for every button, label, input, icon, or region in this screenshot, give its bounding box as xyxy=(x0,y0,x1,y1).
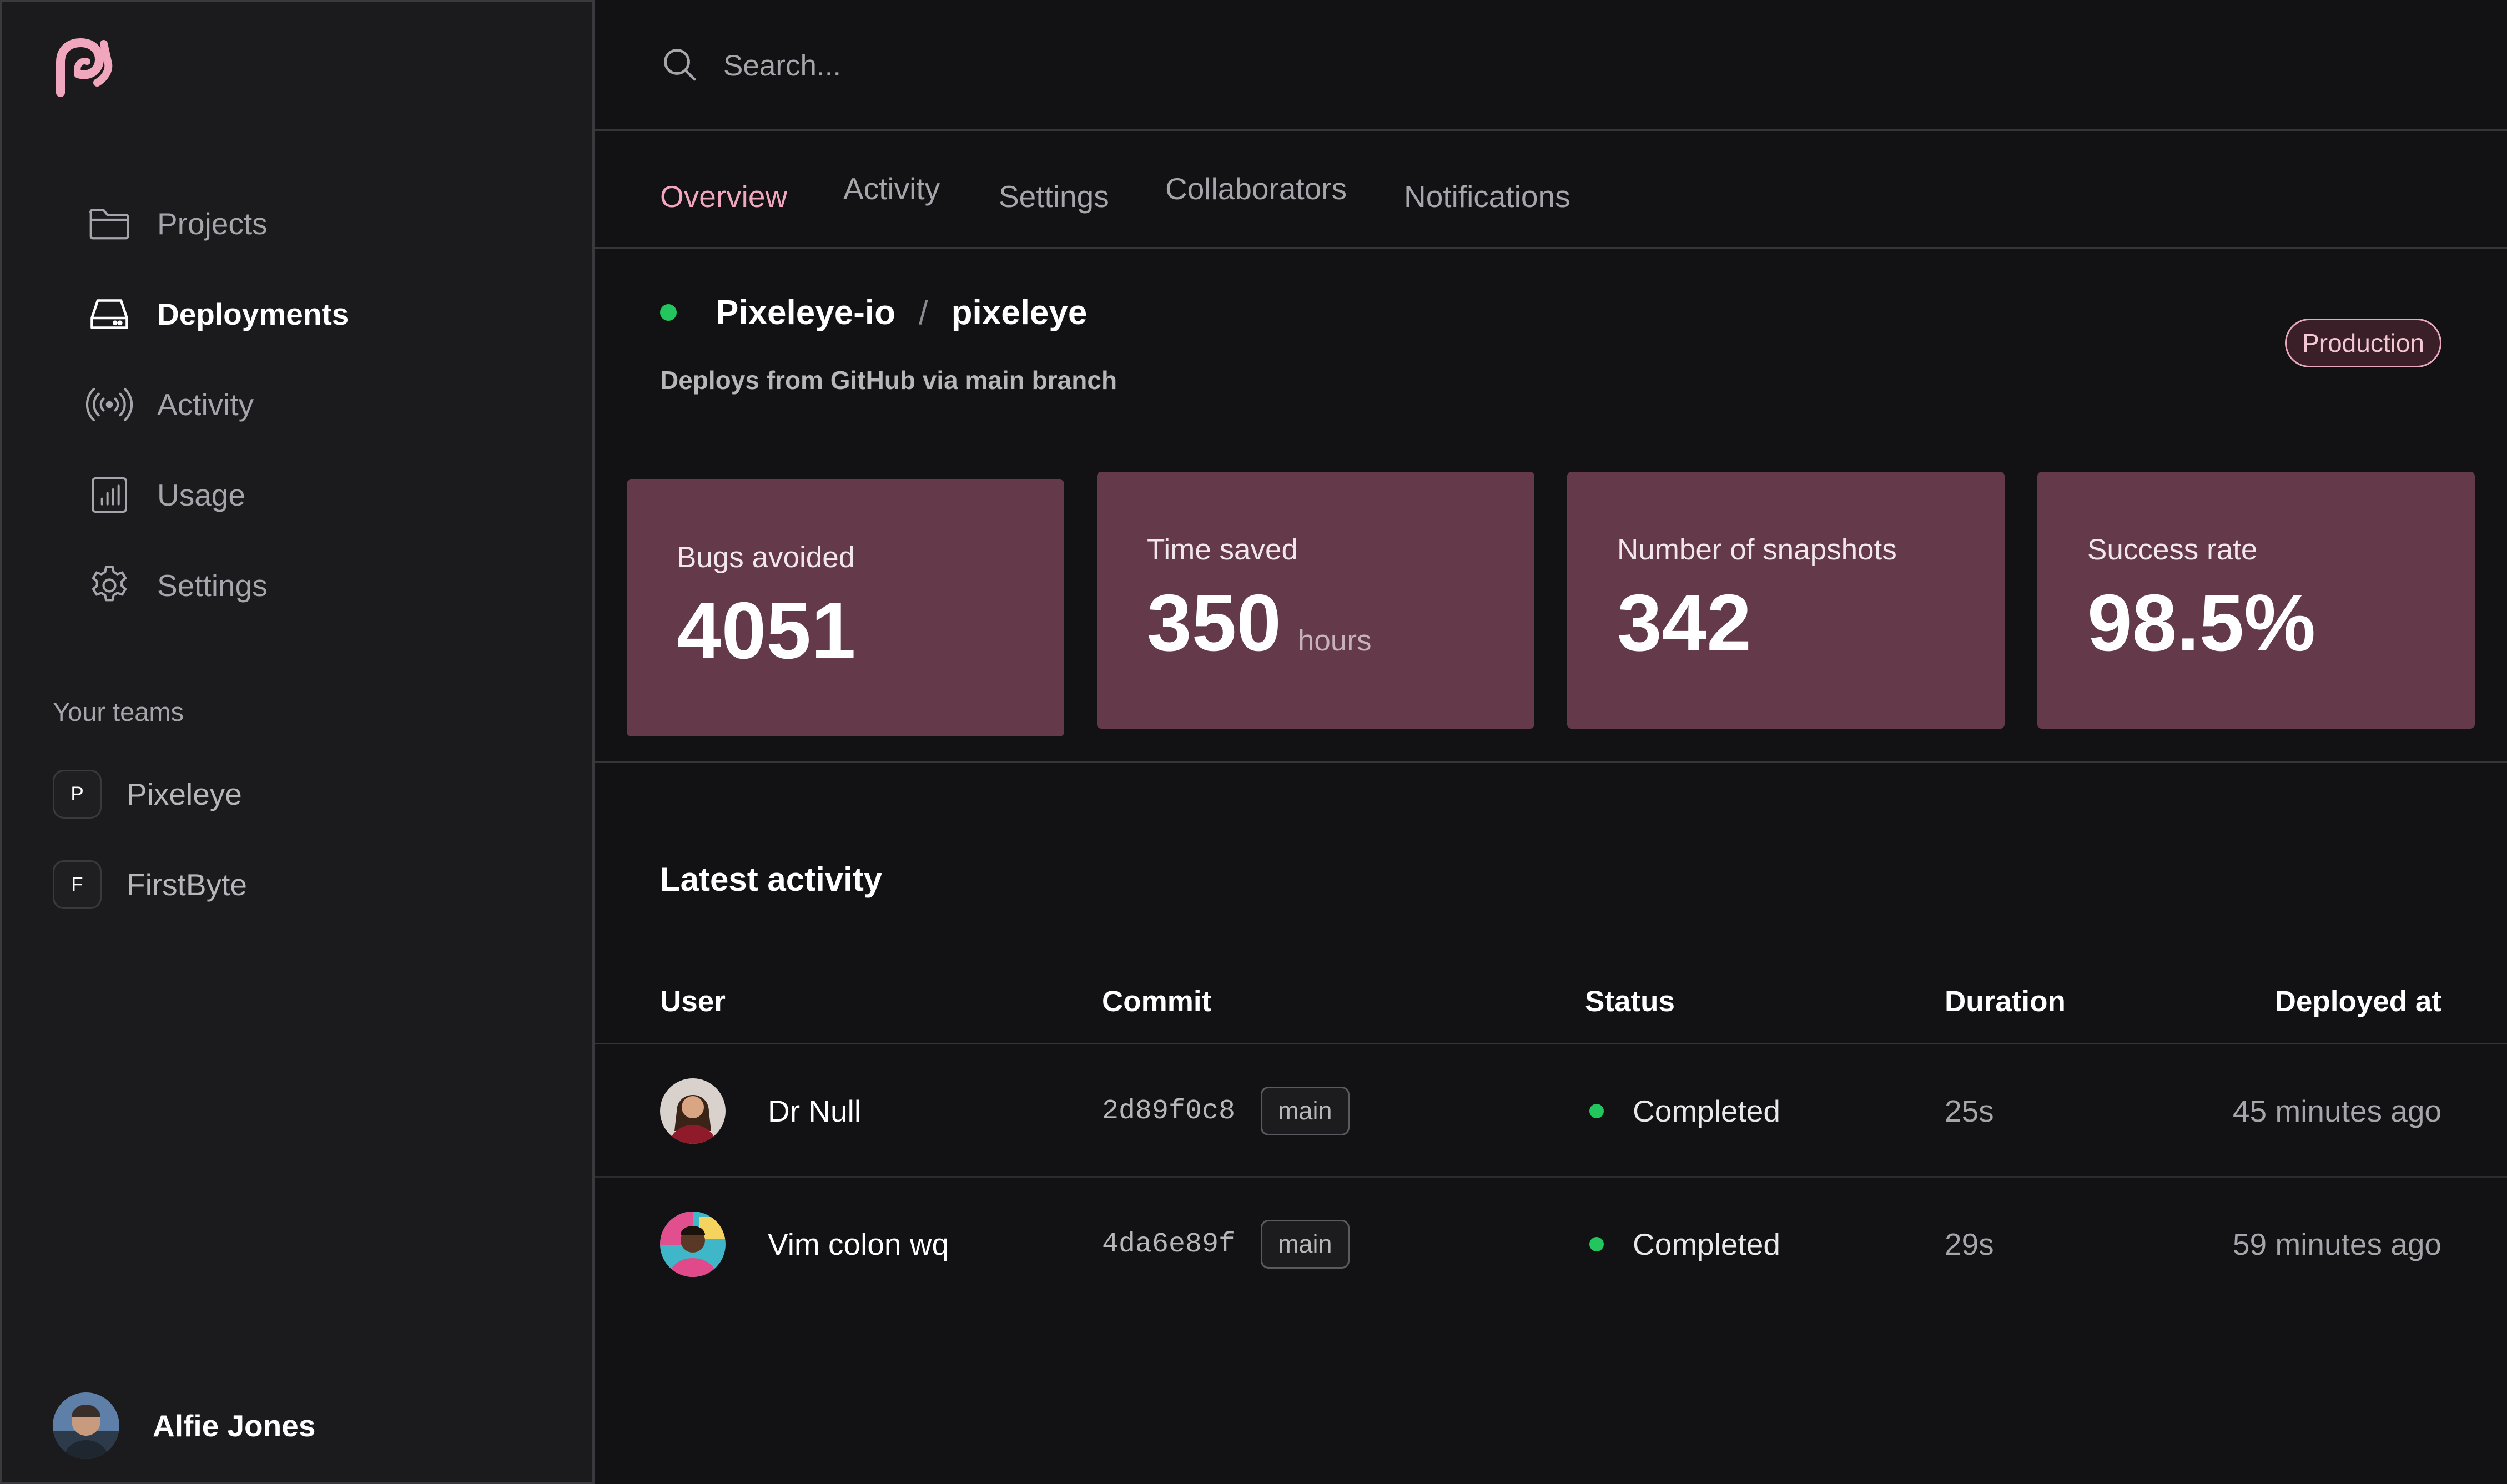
stat-card-bugs: Bugs avoided 4051 xyxy=(627,479,1064,736)
stat-label: Time saved xyxy=(1147,533,1298,566)
status-dot xyxy=(1589,1237,1604,1251)
user-cell: Vim colon wq xyxy=(660,1178,949,1311)
avatar xyxy=(660,1078,726,1144)
sidebar-item-label: Usage xyxy=(157,478,245,512)
chart-icon xyxy=(85,471,134,519)
stat-number: 98.5% xyxy=(2087,578,2316,668)
sidebar-item-projects[interactable]: Projects xyxy=(85,199,474,249)
commit-sha[interactable]: 2d89f0c8 xyxy=(1102,1096,1235,1127)
sidebar-item-activity[interactable]: Activity xyxy=(85,380,474,430)
stat-value: 350 hours xyxy=(1147,583,1372,663)
sidebar-item-label: Settings xyxy=(157,568,268,603)
org-name[interactable]: Pixeleye-io xyxy=(716,293,895,332)
activity-table: User Commit Status Duration Deployed at xyxy=(595,977,2507,1311)
top-bar xyxy=(595,0,2507,131)
pixeleye-logo[interactable] xyxy=(53,37,117,98)
column-deployed-at: Deployed at xyxy=(2274,985,2441,1018)
stat-unit: hours xyxy=(1297,624,1372,657)
sidebar-item-label: Projects xyxy=(157,206,268,241)
deployed-at-cell: 59 minutes ago xyxy=(2232,1227,2441,1261)
tab-notifications[interactable]: Notifications xyxy=(1404,179,1570,214)
column-user: User xyxy=(660,985,726,1018)
teams-heading: Your teams xyxy=(53,697,184,726)
sidebar-item-label: Activity xyxy=(157,387,254,422)
search-input[interactable] xyxy=(723,39,1501,92)
stat-number: 342 xyxy=(1617,578,1751,668)
duration-cell: 25s xyxy=(1945,1094,1994,1128)
stat-label: Bugs avoided xyxy=(677,541,855,574)
project-name[interactable]: pixeleye xyxy=(952,293,1088,332)
stat-number: 350 xyxy=(1147,578,1281,668)
status-text: Completed xyxy=(1633,1227,1780,1261)
table-header: User Commit Status Duration Deployed at xyxy=(595,977,2507,1044)
user-profile[interactable]: Alfie Jones xyxy=(53,1392,315,1459)
tab-activity[interactable]: Activity xyxy=(843,171,940,206)
tab-settings[interactable]: Settings xyxy=(999,179,1109,214)
deploy-source: Deploys from GitHub via main branch xyxy=(660,366,1117,395)
user-name: Alfie Jones xyxy=(153,1409,316,1443)
column-status: Status xyxy=(1585,985,1675,1018)
signal-icon xyxy=(85,380,134,429)
sidebar: Projects Deployments Activity Usage Sett… xyxy=(0,0,595,1484)
commit-cell: 2d89f0c8 main xyxy=(1102,1044,1350,1178)
environment-badge: Production xyxy=(2285,319,2441,367)
team-name: FirstByte xyxy=(127,867,247,902)
column-commit: Commit xyxy=(1102,985,1212,1018)
team-name: Pixeleye xyxy=(127,777,242,811)
sidebar-item-deployments[interactable]: Deployments xyxy=(85,289,474,339)
table-row[interactable]: Dr Null 2d89f0c8 main Completed 25s 45 m… xyxy=(595,1044,2507,1178)
user-name: Vim colon wq xyxy=(768,1227,949,1261)
server-icon xyxy=(85,290,134,339)
stat-value: 98.5% xyxy=(2087,583,2315,663)
team-initial-badge: F xyxy=(53,860,102,909)
avatar xyxy=(660,1212,726,1277)
user-name: Dr Null xyxy=(768,1094,862,1128)
search-icon xyxy=(660,44,699,84)
commit-cell: 4da6e89f main xyxy=(1102,1178,1350,1311)
status-cell: Completed xyxy=(1589,1044,1780,1178)
team-item-firstbyte[interactable]: F FirstByte xyxy=(53,860,441,910)
gear-icon xyxy=(85,561,134,610)
stat-card-snapshots: Number of snapshots 342 xyxy=(1567,472,2005,729)
team-item-pixeleye[interactable]: P Pixeleye xyxy=(53,769,441,819)
stat-number: 4051 xyxy=(677,585,856,675)
team-initial-badge: P xyxy=(53,770,102,819)
status-dot xyxy=(1589,1104,1604,1118)
column-duration: Duration xyxy=(1945,985,2066,1018)
sidebar-item-label: Deployments xyxy=(157,297,349,331)
branch-badge: main xyxy=(1261,1087,1350,1135)
project-header: Pixeleye-io / pixeleye Deploys from GitH… xyxy=(595,249,2507,763)
branch-badge: main xyxy=(1261,1220,1350,1269)
status-dot xyxy=(660,304,677,321)
sidebar-item-usage[interactable]: Usage xyxy=(85,470,474,520)
user-cell: Dr Null xyxy=(660,1044,861,1178)
stat-label: Number of snapshots xyxy=(1617,533,1897,566)
main-content: Overview Activity Settings Collaborators… xyxy=(595,0,2507,1484)
repo-breadcrumb: Pixeleye-io / pixeleye xyxy=(660,290,1087,335)
stat-value: 4051 xyxy=(677,590,856,671)
commit-sha[interactable]: 4da6e89f xyxy=(1102,1229,1235,1260)
deployed-at-cell: 45 minutes ago xyxy=(2232,1094,2441,1128)
folder-icon xyxy=(85,199,134,248)
tab-collaborators[interactable]: Collaborators xyxy=(1165,171,1347,206)
breadcrumb-separator: / xyxy=(918,294,928,331)
tab-overview[interactable]: Overview xyxy=(660,179,787,214)
stat-label: Success rate xyxy=(2087,533,2258,566)
stat-value: 342 xyxy=(1617,583,1751,663)
tab-bar: Overview Activity Settings Collaborators… xyxy=(595,131,2507,249)
stat-card-time: Time saved 350 hours xyxy=(1097,472,1534,729)
status-cell: Completed xyxy=(1589,1178,1780,1311)
duration-cell: 29s xyxy=(1945,1227,1994,1261)
status-text: Completed xyxy=(1633,1094,1780,1128)
table-row[interactable]: Vim colon wq 4da6e89f main Completed 29s… xyxy=(595,1178,2507,1311)
sidebar-item-settings[interactable]: Settings xyxy=(85,561,474,610)
stat-card-success: Success rate 98.5% xyxy=(2037,472,2475,729)
latest-activity-title: Latest activity xyxy=(660,861,883,898)
avatar xyxy=(53,1392,119,1459)
